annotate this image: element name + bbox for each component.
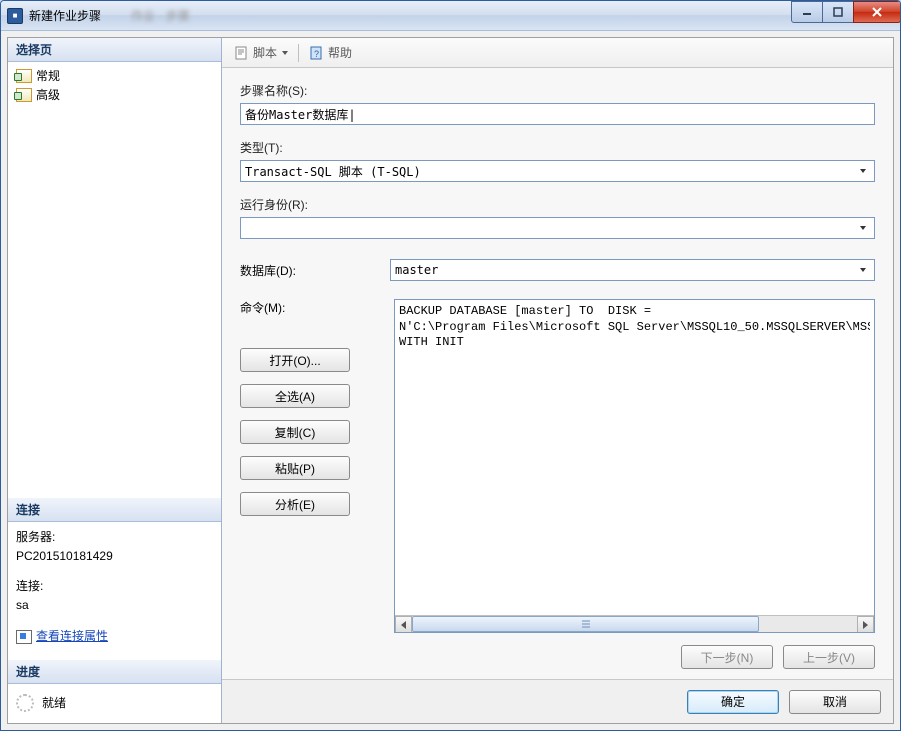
run-as-label: 运行身份(R): bbox=[240, 196, 875, 213]
arrow-left-icon bbox=[401, 621, 406, 629]
open-button[interactable]: 打开(O)... bbox=[240, 348, 350, 372]
svg-text:?: ? bbox=[314, 49, 319, 59]
minimize-button[interactable] bbox=[791, 1, 823, 23]
step-name-label: 步骤名称(S): bbox=[240, 82, 875, 99]
toolbar: 脚本 ? 帮助 bbox=[222, 38, 893, 68]
progress-header: 进度 bbox=[8, 660, 221, 684]
chevron-down-icon bbox=[854, 262, 870, 278]
type-value: Transact-SQL 脚本 (T-SQL) bbox=[245, 163, 854, 180]
paste-button[interactable]: 粘贴(P) bbox=[240, 456, 350, 480]
maximize-button[interactable] bbox=[822, 1, 854, 23]
close-icon bbox=[871, 7, 883, 17]
maximize-icon bbox=[833, 7, 843, 17]
arrow-right-icon bbox=[863, 621, 868, 629]
right-panel: 脚本 ? 帮助 步骤名称(S): 类型(T): Transact-S bbox=[222, 38, 893, 723]
titlebar[interactable]: ■ 新建作业步骤 作业 · 步骤 bbox=[1, 1, 900, 31]
prev-button[interactable]: 上一步(V) bbox=[783, 645, 875, 669]
dialog-button-bar: 确定 取消 bbox=[222, 679, 893, 723]
chevron-down-icon bbox=[282, 51, 288, 55]
horizontal-scrollbar[interactable] bbox=[395, 615, 874, 632]
next-button[interactable]: 下一步(N) bbox=[681, 645, 773, 669]
script-label: 脚本 bbox=[253, 44, 277, 61]
view-connection-properties-link[interactable]: 查看连接属性 bbox=[16, 627, 108, 646]
select-page-header: 选择页 bbox=[8, 38, 221, 62]
help-button[interactable]: ? 帮助 bbox=[305, 42, 356, 63]
page-icon bbox=[16, 88, 32, 102]
progress-section: 进度 就绪 bbox=[8, 660, 221, 723]
command-textarea[interactable]: BACKUP DATABASE [master] TO DISK = N'C:\… bbox=[394, 299, 875, 633]
command-right-col: BACKUP DATABASE [master] TO DISK = N'C:\… bbox=[394, 299, 875, 669]
page-list: 常规 高级 bbox=[8, 62, 221, 108]
content-area: 选择页 常规 高级 连接 服务器: PC2015 bbox=[7, 37, 894, 724]
window-body: 选择页 常规 高级 连接 服务器: PC2015 bbox=[1, 31, 900, 730]
minimize-icon bbox=[802, 7, 812, 17]
type-label: 类型(T): bbox=[240, 139, 875, 156]
script-icon bbox=[234, 45, 250, 61]
command-text: BACKUP DATABASE [master] TO DISK = N'C:\… bbox=[399, 304, 870, 612]
type-combobox[interactable]: Transact-SQL 脚本 (T-SQL) bbox=[240, 160, 875, 182]
chevron-down-icon bbox=[854, 163, 870, 179]
window-controls bbox=[792, 1, 901, 23]
conn-value: sa bbox=[16, 596, 213, 615]
title-extra: 作业 · 步骤 bbox=[131, 7, 190, 24]
step-nav-buttons: 下一步(N) 上一步(V) bbox=[394, 633, 875, 669]
ok-button[interactable]: 确定 bbox=[687, 690, 779, 714]
chevron-down-icon bbox=[854, 220, 870, 236]
scroll-thumb[interactable] bbox=[412, 616, 759, 632]
page-item-label: 高级 bbox=[36, 86, 60, 103]
parse-button[interactable]: 分析(E) bbox=[240, 492, 350, 516]
database-label: 数据库(D): bbox=[240, 262, 380, 279]
progress-spinner-icon bbox=[16, 694, 34, 712]
app-icon: ■ bbox=[7, 8, 23, 24]
view-conn-props-label: 查看连接属性 bbox=[36, 627, 108, 646]
properties-icon bbox=[16, 630, 32, 644]
database-combobox[interactable]: master bbox=[390, 259, 875, 281]
progress-status: 就绪 bbox=[42, 694, 66, 713]
window-title: 新建作业步骤 bbox=[29, 7, 101, 24]
database-value: master bbox=[395, 263, 854, 277]
command-label: 命令(M): bbox=[240, 299, 380, 316]
database-row: 数据库(D): master bbox=[240, 259, 875, 281]
help-icon: ? bbox=[309, 45, 325, 61]
scroll-right-button[interactable] bbox=[857, 616, 874, 633]
connection-header: 连接 bbox=[8, 498, 221, 522]
command-area: 命令(M): 打开(O)... 全选(A) 复制(C) 粘贴(P) 分析(E) … bbox=[240, 299, 875, 669]
script-dropdown[interactable]: 脚本 bbox=[230, 42, 292, 63]
page-item-advanced[interactable]: 高级 bbox=[8, 85, 221, 104]
copy-button[interactable]: 复制(C) bbox=[240, 420, 350, 444]
server-label: 服务器: bbox=[16, 528, 213, 547]
page-icon bbox=[16, 69, 32, 83]
cancel-button[interactable]: 取消 bbox=[789, 690, 881, 714]
select-all-button[interactable]: 全选(A) bbox=[240, 384, 350, 408]
dialog-window: ■ 新建作业步骤 作业 · 步骤 选择页 常规 bbox=[0, 0, 901, 731]
command-left-col: 命令(M): 打开(O)... 全选(A) 复制(C) 粘贴(P) 分析(E) bbox=[240, 299, 380, 669]
close-button[interactable] bbox=[853, 1, 901, 23]
form-area: 步骤名称(S): 类型(T): Transact-SQL 脚本 (T-SQL) … bbox=[222, 68, 893, 679]
server-value: PC201510181429 bbox=[16, 547, 213, 566]
step-name-input[interactable] bbox=[240, 103, 875, 125]
page-item-general[interactable]: 常规 bbox=[8, 66, 221, 85]
help-label: 帮助 bbox=[328, 44, 352, 61]
conn-label: 连接: bbox=[16, 577, 213, 596]
scroll-track[interactable] bbox=[412, 616, 857, 632]
connection-section: 连接 服务器: PC201510181429 连接: sa 查看连接属性 bbox=[8, 498, 221, 660]
page-item-label: 常规 bbox=[36, 67, 60, 84]
run-as-combobox[interactable] bbox=[240, 217, 875, 239]
scroll-left-button[interactable] bbox=[395, 616, 412, 633]
left-panel: 选择页 常规 高级 连接 服务器: PC2015 bbox=[8, 38, 222, 723]
